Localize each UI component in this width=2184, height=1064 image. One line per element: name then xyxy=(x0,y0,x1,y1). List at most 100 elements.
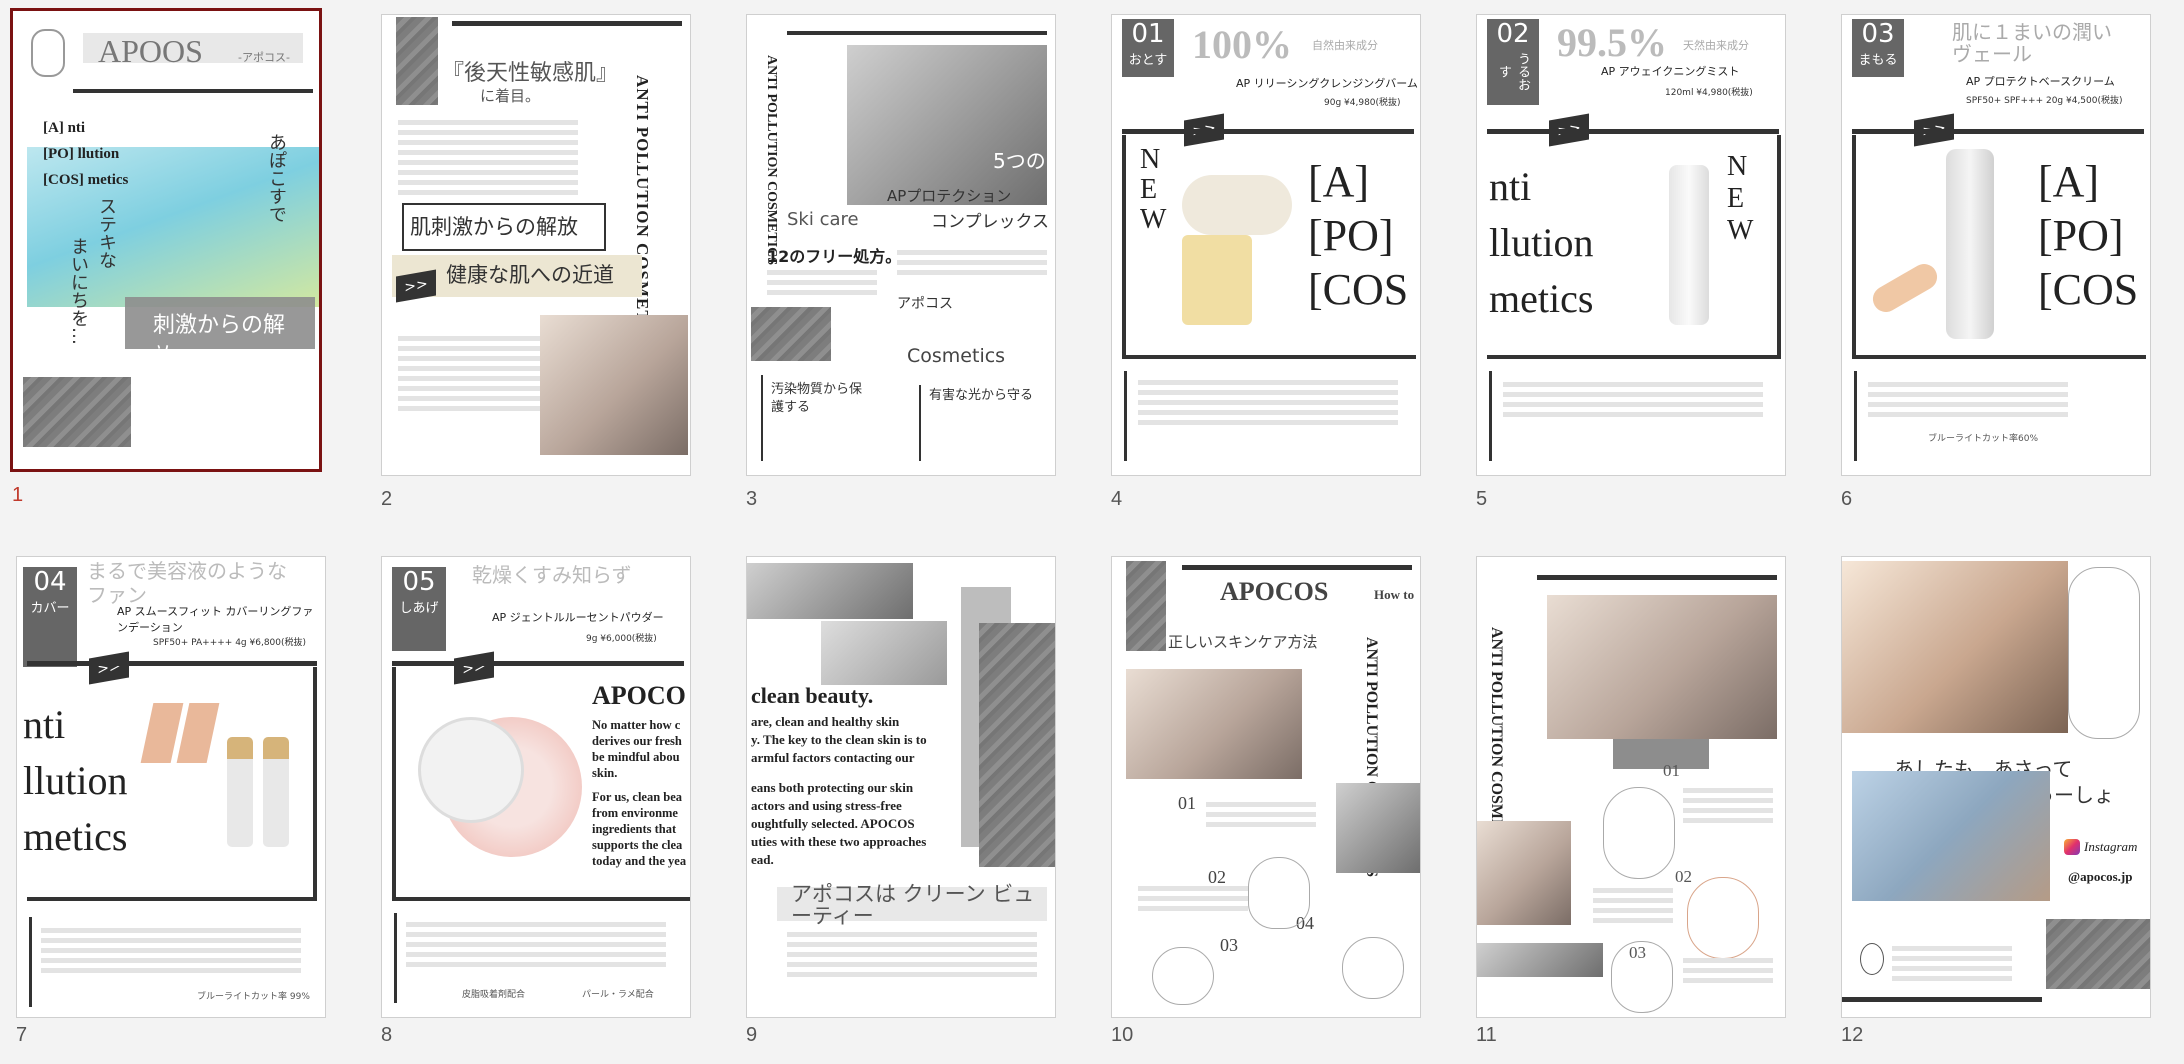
page-thumbnail-9[interactable]: clean beauty. are, clean and healthy ski… xyxy=(746,556,1058,1046)
badge-number: 03 xyxy=(1861,19,1895,49)
page-thumbnail-8[interactable]: 05 しあげ 乾燥くすみ知らず AP ジェントルルーセントパウダー 9g ¥6,… xyxy=(381,556,693,1046)
page-9-title: clean beauty. xyxy=(751,683,874,708)
big-lines: nti llution metics xyxy=(1489,159,1593,327)
page-number: 7 xyxy=(16,1024,28,1046)
page-thumbnail-11[interactable]: ANTI POLLUTION COSMETICS 01 02 03 11 xyxy=(1476,556,1788,1046)
photo-2 xyxy=(821,621,947,685)
page-thumbnail-4[interactable]: 01 おとす 100% 自然由来成分 AP リリーシングクレンジングバーム 90… xyxy=(1111,14,1423,510)
badge-number: 01 xyxy=(1131,19,1165,49)
apocos-logo xyxy=(31,29,65,77)
page-9[interactable]: clean beauty. are, clean and healthy ski… xyxy=(746,556,1056,1018)
big-line-po: [PO] xyxy=(1308,211,1394,260)
line-a: [A] nti xyxy=(43,120,86,136)
page-thumbnail-12[interactable]: あしたも、あさって も あんちぽりゅーしょ Instagram @apocos.… xyxy=(1841,556,2153,1046)
page-thumbnail-6[interactable]: 03 まもる 肌に１まいの潤いヴェール AP プロテクトベースクリーム SPF5… xyxy=(1841,14,2153,510)
vertical-title: ANTI POLLUTION COSMETICS xyxy=(633,75,652,355)
page-number: 5 xyxy=(1476,488,1488,510)
light-label: 有害な光から守る xyxy=(929,388,1034,403)
product-spec: 90g ¥4,980(税抜) xyxy=(1324,98,1401,108)
slide-thumbnail-grid: APOOS -アポコス- [A] nti [PO] llution [COS] … xyxy=(0,0,2184,1064)
complex-label: コンプレックス xyxy=(931,212,1049,232)
heading-1: 『後天性敏感肌』 xyxy=(442,61,619,86)
photo-1 xyxy=(747,563,913,619)
five-label: 5つの xyxy=(993,149,1046,173)
page-8-title: APOCO xyxy=(592,681,686,710)
page-thumbnail-10[interactable]: APOCOS How to 正しいスキンケア方法 ANTI POLLUTION … xyxy=(1111,556,1423,1046)
page-2[interactable]: 『後天性敏感肌』 に着目。 ANTI POLLUTION COSMETICS 肌… xyxy=(381,14,691,476)
subtitle: 正しいスキンケア方法 xyxy=(1168,633,1318,651)
page-6[interactable]: 03 まもる 肌に１まいの潤いヴェール AP プロテクトベースクリーム SPF5… xyxy=(1841,14,2151,476)
page-thumbnail-7[interactable]: 04 カバー まるで美容液のようなファン AP スムースフィット カバーリングフ… xyxy=(16,556,328,1046)
page-5[interactable]: 02 うるおす 99.5% 天然由来成分 AP アウェイクニングミスト 120m… xyxy=(1476,14,1786,476)
step-text xyxy=(1138,881,1248,916)
body-line: derives our fresh xyxy=(592,734,682,748)
face-sketch xyxy=(2068,567,2140,739)
page-8[interactable]: 05 しあげ 乾燥くすみ知らず AP ジェントルルーセントパウダー 9g ¥6,… xyxy=(381,556,691,1018)
product-spec: 9g ¥6,000(税抜) xyxy=(586,634,657,644)
divider xyxy=(1182,565,1412,570)
body-text xyxy=(406,917,666,972)
page-1[interactable]: APOOS -アポコス- [A] nti [PO] llution [COS] … xyxy=(10,8,322,472)
divider xyxy=(787,31,1047,35)
balm-texture xyxy=(1182,175,1292,235)
big-line-1: nti xyxy=(1489,164,1532,209)
page-thumbnail-3[interactable]: ANTI POLLUTION COSMETICS 5つの APプロテクション コ… xyxy=(746,14,1058,510)
page-8-body: No matter how c derives our fresh be min… xyxy=(592,717,686,869)
marble-block xyxy=(1126,561,1166,651)
body-text xyxy=(767,265,877,300)
body-line: ead. xyxy=(751,852,774,867)
band-1-text: 肌刺激からの解放 xyxy=(410,215,578,239)
face-sketch xyxy=(1342,937,1404,999)
tube-icon xyxy=(1946,149,1994,339)
body-line: uties with these two approaches xyxy=(751,834,927,849)
instagram-label: Instagram xyxy=(2084,839,2138,854)
big-line-a: [A] xyxy=(2038,157,2100,206)
headline: まるで美容液のようなファン xyxy=(87,559,287,607)
marble-block xyxy=(979,623,1055,867)
body-line: ingredients that xyxy=(592,822,677,836)
page-10[interactable]: APOCOS How to 正しいスキンケア方法 ANTI POLLUTION … xyxy=(1111,556,1421,1018)
badge-label: まもる xyxy=(1858,53,1898,68)
free-formula-label: 12のフリー処方。 xyxy=(767,247,902,266)
page-9-body: are, clean and healthy skin y. The key t… xyxy=(751,713,961,869)
page-7[interactable]: 04 カバー まるで美容液のようなファン AP スムースフィット カバーリングフ… xyxy=(16,556,326,1018)
big-line-a: [A] xyxy=(1308,157,1370,206)
body-line: oughtfully selected. APOCOS xyxy=(751,816,915,831)
page-thumbnail-1[interactable]: APOOS -アポコス- [A] nti [PO] llution [COS] … xyxy=(10,8,324,506)
step-text xyxy=(1206,797,1316,832)
natural-label: 自然由来成分 xyxy=(1312,39,1378,52)
band-2-text: 健康な肌への近道 xyxy=(446,263,614,287)
letter-w: W xyxy=(1727,215,1754,246)
pollution-label: 汚染物質から保護する xyxy=(771,382,863,415)
page-1-title-suffix: -アポコス- xyxy=(238,51,290,64)
badge-number: 04 xyxy=(33,567,67,597)
product-photo xyxy=(1336,783,1420,873)
cosmetics-label: Cosmetics xyxy=(907,345,1006,367)
step-badge: 01 おとす xyxy=(1122,19,1174,77)
marble-block xyxy=(396,17,438,105)
body-text xyxy=(1503,377,1763,422)
body-line: y. The key to the clean skin is to xyxy=(751,732,927,747)
powder-case-icon xyxy=(418,717,524,823)
instagram-handle[interactable]: @apocos.jp xyxy=(2068,869,2132,885)
rule xyxy=(1489,371,1492,461)
page-thumbnail-2[interactable]: 『後天性敏感肌』 に着目。 ANTI POLLUTION COSMETICS 肌… xyxy=(381,14,693,510)
body-text-2 xyxy=(398,331,548,416)
page-thumbnail-5[interactable]: 02 うるおす 99.5% 天然由来成分 AP アウェイクニングミスト 120m… xyxy=(1476,14,1788,510)
small-photo xyxy=(1477,943,1603,977)
body-text xyxy=(398,115,578,200)
marble-block xyxy=(23,377,131,447)
page-12[interactable]: あしたも、あさって も あんちぽりゅーしょ Instagram @apocos.… xyxy=(1841,556,2151,1018)
step-badge: 02 うるおす xyxy=(1487,19,1539,105)
page-4[interactable]: 01 おとす 100% 自然由来成分 AP リリーシングクレンジングバーム 90… xyxy=(1111,14,1421,476)
marble-block xyxy=(2046,919,2150,989)
page-3[interactable]: ANTI POLLUTION COSMETICS 5つの APプロテクション コ… xyxy=(746,14,1056,476)
big-line-1: nti xyxy=(23,702,66,747)
page-number: 6 xyxy=(1841,488,1853,510)
sunlight-photo xyxy=(1842,561,2068,733)
page-11[interactable]: ANTI POLLUTION COSMETICS 01 02 03 xyxy=(1476,556,1786,1018)
page-number: 8 xyxy=(381,1024,393,1046)
new-letters: N E W xyxy=(1140,145,1166,235)
protection-label: APプロテクション xyxy=(887,187,1012,205)
page-10-title-suffix: How to xyxy=(1374,587,1415,602)
